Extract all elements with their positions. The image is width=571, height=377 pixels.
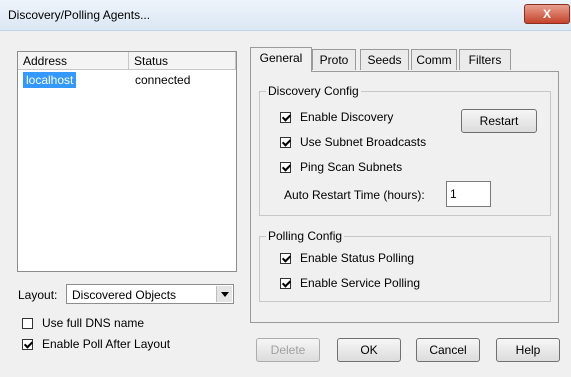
column-header-status[interactable]: Status xyxy=(129,52,236,70)
general-tab-panel: Discovery Config Enable Discovery Use Su… xyxy=(250,71,559,323)
help-button[interactable]: Help xyxy=(496,338,560,362)
enable-status-polling-label: Enable Status Polling xyxy=(300,251,415,265)
discovery-config-title: Discovery Config xyxy=(266,84,361,98)
tab-seeds[interactable]: Seeds xyxy=(360,49,409,70)
delete-button[interactable]: Delete xyxy=(256,338,320,362)
use-full-dns-label: Use full DNS name xyxy=(42,316,145,330)
enable-service-polling-checkbox[interactable] xyxy=(280,278,291,289)
layout-select[interactable]: Discovered Objects xyxy=(66,284,234,304)
close-button[interactable]: X xyxy=(524,4,570,24)
window-title: Discovery/Polling Agents... xyxy=(8,8,151,22)
polling-config-title: Polling Config xyxy=(266,229,345,243)
enable-status-polling-checkbox[interactable] xyxy=(280,253,291,264)
column-header-address[interactable]: Address xyxy=(18,52,129,70)
polling-config-group: Polling Config Enable Status Polling Ena… xyxy=(259,229,551,302)
agent-status: connected xyxy=(135,73,191,87)
tab-general[interactable]: General xyxy=(250,47,312,72)
ok-button[interactable]: OK xyxy=(337,338,401,362)
use-subnet-broadcasts-checkbox[interactable] xyxy=(280,137,291,148)
enable-discovery-checkbox[interactable] xyxy=(280,112,291,123)
ping-scan-subnets-checkbox[interactable] xyxy=(280,162,291,173)
layout-selected-value: Discovered Objects xyxy=(72,288,177,302)
use-full-dns-checkbox[interactable] xyxy=(22,318,33,329)
agents-list[interactable]: Address Status localhost connected xyxy=(17,51,237,272)
auto-restart-label: Auto Restart Time (hours): xyxy=(284,188,425,202)
cancel-button[interactable]: Cancel xyxy=(416,338,480,362)
agent-address[interactable]: localhost xyxy=(23,72,77,88)
tab-proto[interactable]: Proto xyxy=(312,49,356,70)
enable-poll-after-layout-label: Enable Poll After Layout xyxy=(42,337,171,351)
chevron-down-icon[interactable] xyxy=(216,286,232,302)
ping-scan-subnets-label: Ping Scan Subnets xyxy=(300,160,403,174)
enable-service-polling-label: Enable Service Polling xyxy=(300,276,421,290)
use-subnet-broadcasts-label: Use Subnet Broadcasts xyxy=(300,135,427,149)
close-icon: X xyxy=(542,7,551,21)
tab-comm[interactable]: Comm xyxy=(411,49,457,70)
enable-discovery-label: Enable Discovery xyxy=(300,110,394,124)
enable-poll-after-layout-checkbox[interactable] xyxy=(22,339,33,350)
title-bar: Discovery/Polling Agents... X xyxy=(0,0,571,31)
layout-label: Layout: xyxy=(18,288,58,302)
auto-restart-input[interactable]: 1 xyxy=(446,181,491,207)
restart-button[interactable]: Restart xyxy=(461,109,537,133)
tab-filters[interactable]: Filters xyxy=(459,49,511,70)
discovery-config-group: Discovery Config Enable Discovery Use Su… xyxy=(259,84,551,216)
